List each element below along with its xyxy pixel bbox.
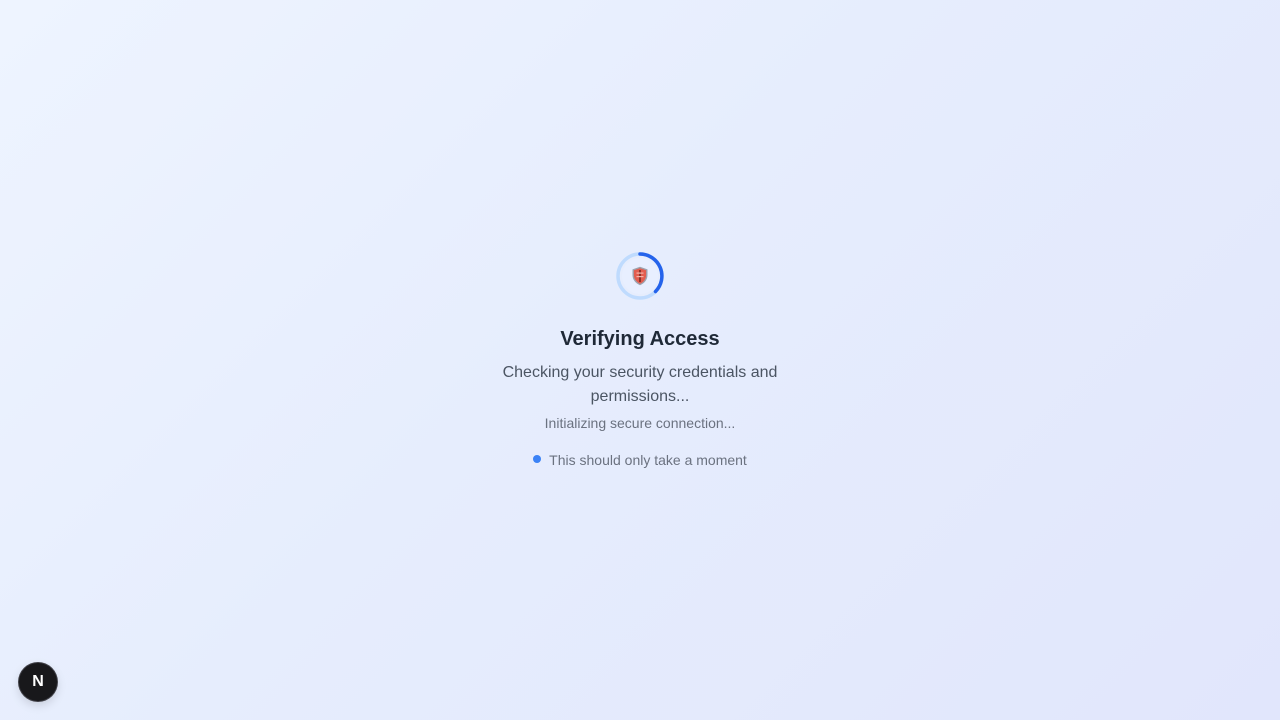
page-title: Verifying Access [560, 328, 720, 350]
pulse-dot-icon [533, 455, 542, 463]
next-dev-tools-button[interactable]: N [19, 663, 57, 701]
loading-description: Checking your security credentials and p… [502, 364, 778, 405]
spinner [615, 251, 665, 301]
loading-panel: Verifying Access Checking your security … [0, 251, 1280, 470]
next-logo-icon: N [32, 673, 44, 690]
hint-text: This should only take a moment [549, 452, 747, 468]
shield-icon [632, 266, 648, 286]
status-text: Initializing secure connection... [544, 415, 736, 431]
hint-row: This should only take a moment [533, 450, 747, 470]
